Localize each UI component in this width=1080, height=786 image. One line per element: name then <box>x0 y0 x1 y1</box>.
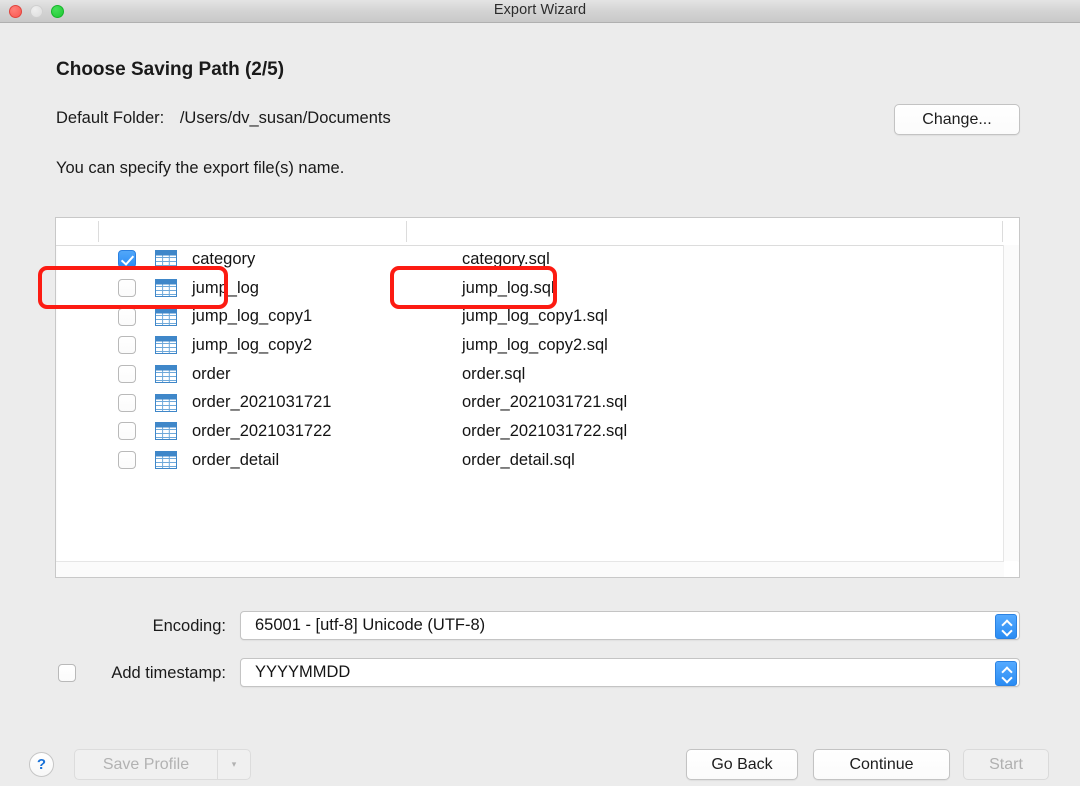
export-file-name[interactable]: order_2021031721.sql <box>462 393 627 412</box>
default-folder-label: Default Folder: <box>56 109 164 127</box>
help-button[interactable]: ? <box>29 752 54 777</box>
chevron-down-icon[interactable]: ▾ <box>217 750 250 779</box>
column-divider-2[interactable] <box>406 221 407 242</box>
start-button: Start <box>963 749 1049 780</box>
timestamp-format-select[interactable]: YYYYMMDD <box>240 658 1020 687</box>
row-checkbox[interactable] <box>118 422 136 440</box>
row-checkbox[interactable] <box>118 451 136 469</box>
table-icon <box>155 279 177 297</box>
table-name: jump_log_copy1 <box>192 307 312 326</box>
list-rows: category category.sql jump_log jump_log.sql… <box>56 245 1003 561</box>
row-checkbox[interactable] <box>118 365 136 383</box>
export-file-name[interactable]: category.sql <box>462 250 550 269</box>
table-row[interactable]: order order.sql <box>56 360 1003 389</box>
table-name: order_2021031722 <box>192 422 331 441</box>
timestamp-format-value: YYYYMMDD <box>241 663 350 682</box>
export-file-name[interactable]: order_2021031722.sql <box>462 422 627 441</box>
title-bar: Export Wizard <box>0 0 1080 23</box>
row-checkbox[interactable] <box>118 250 136 268</box>
table-row[interactable]: jump_log_copy1 jump_log_copy1.sql <box>56 302 1003 331</box>
table-row[interactable]: order_2021031722 order_2021031722.sql <box>56 417 1003 446</box>
default-folder-path: /Users/dv_susan/Documents <box>180 109 391 127</box>
timestamp-stepper[interactable] <box>995 661 1017 686</box>
export-file-name[interactable]: order.sql <box>462 365 525 384</box>
table-name: jump_log <box>192 279 259 298</box>
export-file-list[interactable]: category category.sql jump_log jump_log.sql… <box>55 217 1020 578</box>
save-profile-button[interactable]: Save Profile ▾ <box>74 749 251 780</box>
chevron-down-icon <box>1002 675 1011 680</box>
export-file-name[interactable]: jump_log.sql <box>462 279 555 298</box>
table-icon <box>155 422 177 440</box>
table-row[interactable]: jump_log jump_log.sql <box>56 274 1003 303</box>
dialog-body: Choose Saving Path (2/5) Default Folder:… <box>0 23 1080 786</box>
table-name: jump_log_copy2 <box>192 336 312 355</box>
row-checkbox[interactable] <box>118 336 136 354</box>
continue-button[interactable]: Continue <box>813 749 950 780</box>
list-header <box>56 218 1019 246</box>
export-wizard-window: Export Wizard Choose Saving Path (2/5) D… <box>0 0 1080 786</box>
table-row[interactable]: order_detail order_detail.sql <box>56 446 1003 475</box>
export-file-name[interactable]: jump_log_copy1.sql <box>462 307 608 326</box>
table-name: order_detail <box>192 451 279 470</box>
vertical-scrollbar[interactable] <box>1003 245 1019 561</box>
scrollbar-corner <box>1004 562 1019 577</box>
table-name: order <box>192 365 231 384</box>
table-icon <box>155 394 177 412</box>
table-icon <box>155 336 177 354</box>
change-folder-button[interactable]: Change... <box>894 104 1020 135</box>
chevron-down-icon <box>1002 628 1011 633</box>
export-file-name[interactable]: jump_log_copy2.sql <box>462 336 608 355</box>
encoding-value: 65001 - [utf-8] Unicode (UTF-8) <box>241 616 485 635</box>
table-row[interactable]: jump_log_copy2 jump_log_copy2.sql <box>56 331 1003 360</box>
table-icon <box>155 365 177 383</box>
table-icon <box>155 308 177 326</box>
column-divider-3[interactable] <box>1002 221 1003 242</box>
page-title: Choose Saving Path (2/5) <box>56 59 284 81</box>
filename-hint: You can specify the export file(s) name. <box>56 159 344 178</box>
table-row[interactable]: order_2021031721 order_2021031721.sql <box>56 388 1003 417</box>
table-row[interactable]: category category.sql <box>56 245 1003 274</box>
encoding-stepper[interactable] <box>995 614 1017 639</box>
horizontal-scrollbar[interactable] <box>56 561 1004 577</box>
window-title: Export Wizard <box>0 2 1080 18</box>
default-folder-row: Default Folder: /Users/dv_susan/Document… <box>56 109 391 128</box>
column-divider-1[interactable] <box>98 221 99 242</box>
encoding-select[interactable]: 65001 - [utf-8] Unicode (UTF-8) <box>240 611 1020 640</box>
row-checkbox[interactable] <box>118 394 136 412</box>
save-profile-label: Save Profile <box>75 750 217 779</box>
encoding-label: Encoding: <box>40 617 226 636</box>
table-name: category <box>192 250 255 269</box>
export-file-name[interactable]: order_detail.sql <box>462 451 575 470</box>
table-icon <box>155 250 177 268</box>
row-checkbox[interactable] <box>118 279 136 297</box>
row-checkbox[interactable] <box>118 308 136 326</box>
go-back-button[interactable]: Go Back <box>686 749 798 780</box>
add-timestamp-label: Add timestamp: <box>40 664 226 683</box>
table-name: order_2021031721 <box>192 393 331 412</box>
table-icon <box>155 451 177 469</box>
